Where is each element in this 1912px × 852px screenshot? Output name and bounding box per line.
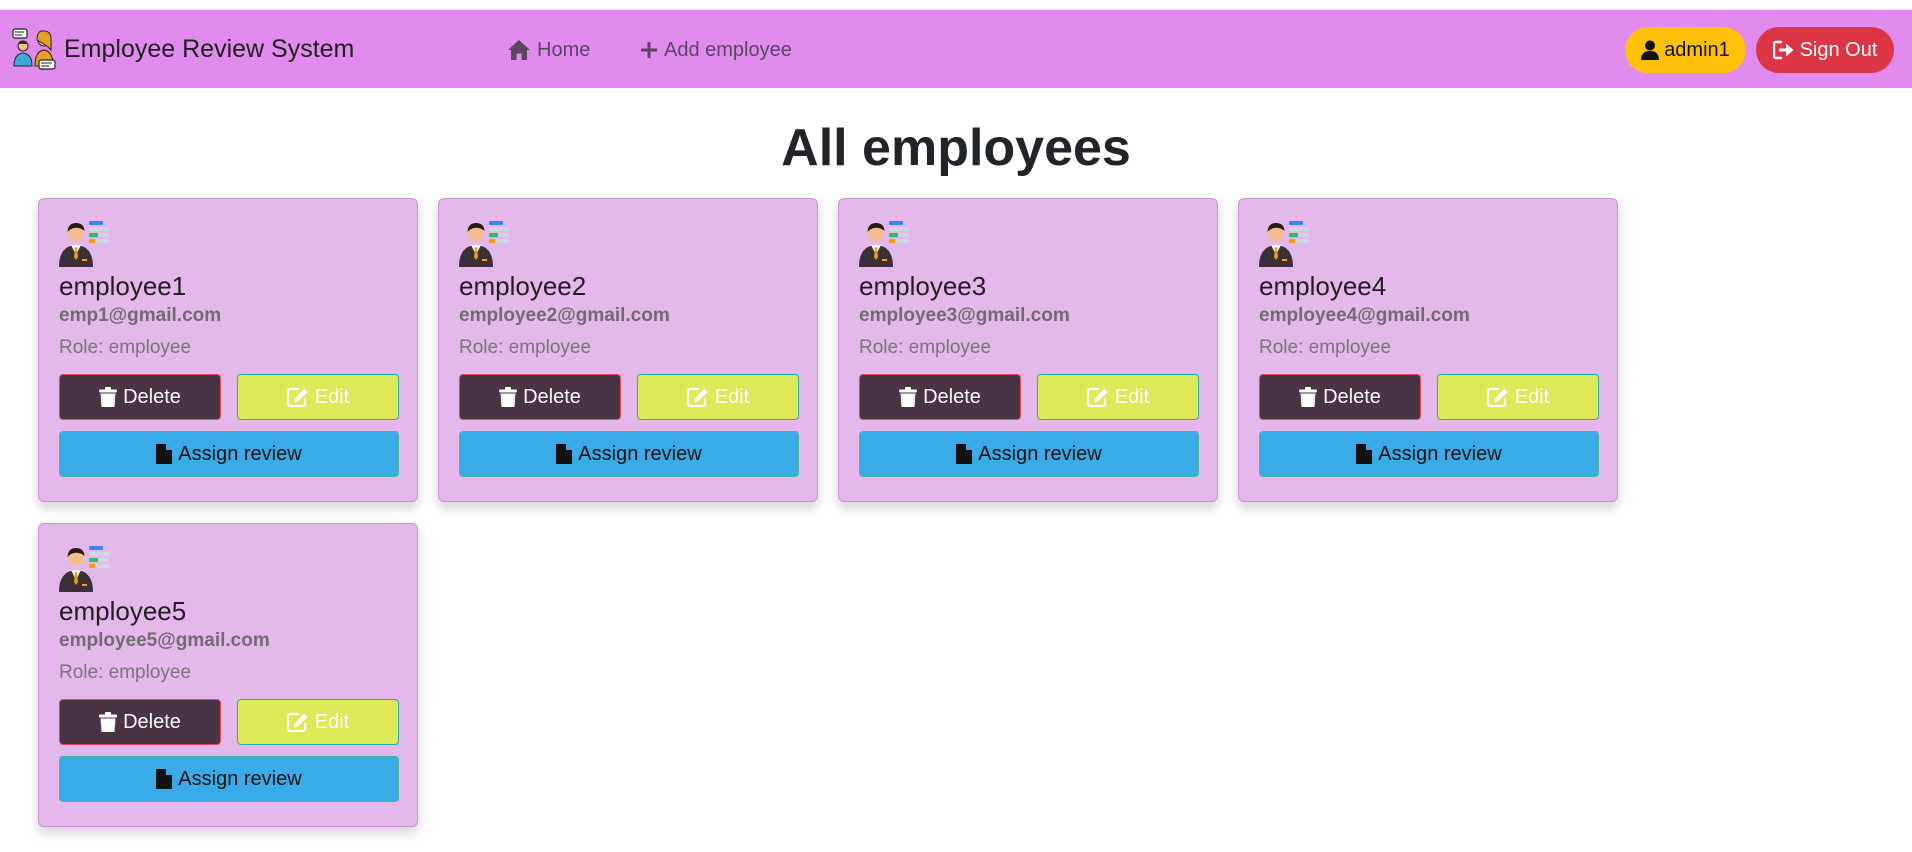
app-title: Employee Review System xyxy=(64,34,355,63)
edit-icon xyxy=(286,712,308,732)
employee-avatar-icon xyxy=(459,221,509,267)
employee-name: employee4 xyxy=(1259,271,1387,301)
assign-review-button[interactable]: Assign review xyxy=(59,756,399,802)
employee-role: Role: employee xyxy=(459,337,592,358)
home-icon xyxy=(508,40,530,60)
delete-label: Delete xyxy=(123,385,181,408)
employee-email: employee5@gmail.com xyxy=(59,630,270,651)
employee-avatar-icon xyxy=(59,221,109,267)
employee-email: employee3@gmail.com xyxy=(859,305,1070,326)
delete-label: Delete xyxy=(123,710,181,733)
delete-label: Delete xyxy=(923,385,981,408)
page-title: All employees xyxy=(781,119,1131,177)
assign-review-label: Assign review xyxy=(178,767,302,790)
people-chat-logo-icon xyxy=(12,28,56,70)
employee-card: employee4 employee4@gmail.com Role: empl… xyxy=(1238,198,1618,502)
employee-role: Role: employee xyxy=(859,337,992,358)
user-icon xyxy=(1641,40,1660,60)
employee-avatar-icon xyxy=(1259,221,1309,267)
assign-review-button[interactable]: Assign review xyxy=(59,431,399,477)
trash-icon xyxy=(1299,387,1318,407)
sign-out-label: Sign Out xyxy=(1799,38,1878,61)
edit-label: Edit xyxy=(1114,385,1150,408)
trash-icon xyxy=(99,712,118,732)
edit-button[interactable]: Edit xyxy=(237,374,399,420)
employee-card: employee3 employee3@gmail.com Role: empl… xyxy=(838,198,1218,502)
employee-name: employee5 xyxy=(59,596,187,626)
employee-name: employee3 xyxy=(859,271,987,301)
employee-role: Role: employee xyxy=(59,662,192,683)
trash-icon xyxy=(499,387,518,407)
browser-top-strip xyxy=(0,0,1912,10)
assign-review-button[interactable]: Assign review xyxy=(859,431,1199,477)
employee-email: employee2@gmail.com xyxy=(459,305,670,326)
file-icon xyxy=(156,444,173,464)
assign-review-label: Assign review xyxy=(178,442,302,465)
plus-icon xyxy=(641,42,657,58)
delete-label: Delete xyxy=(1323,385,1381,408)
trash-icon xyxy=(99,387,118,407)
brand[interactable]: Employee Review System xyxy=(12,27,354,71)
nav-add-employee-link[interactable]: Add employee xyxy=(640,35,792,65)
edit-label: Edit xyxy=(714,385,750,408)
delete-button[interactable]: Delete xyxy=(859,374,1021,420)
edit-icon xyxy=(686,387,708,407)
delete-button[interactable]: Delete xyxy=(59,374,221,420)
nav-add-employee-label: Add employee xyxy=(664,38,792,61)
sign-out-icon xyxy=(1772,40,1794,60)
edit-button[interactable]: Edit xyxy=(1437,374,1599,420)
edit-button[interactable]: Edit xyxy=(1037,374,1199,420)
file-icon xyxy=(1356,444,1373,464)
employee-card: employee1 emp1@gmail.com Role: employee … xyxy=(38,198,418,502)
assign-review-label: Assign review xyxy=(978,442,1102,465)
edit-button[interactable]: Edit xyxy=(237,699,399,745)
employee-card: employee2 employee2@gmail.com Role: empl… xyxy=(438,198,818,502)
edit-label: Edit xyxy=(314,710,350,733)
edit-icon xyxy=(286,387,308,407)
delete-button[interactable]: Delete xyxy=(1259,374,1421,420)
user-button[interactable]: admin1 xyxy=(1625,27,1746,73)
edit-button[interactable]: Edit xyxy=(637,374,799,420)
assign-review-label: Assign review xyxy=(578,442,702,465)
delete-button[interactable]: Delete xyxy=(59,699,221,745)
edit-icon xyxy=(1086,387,1108,407)
employee-role: Role: employee xyxy=(1259,337,1392,358)
sign-out-button[interactable]: Sign Out xyxy=(1756,27,1894,73)
employee-avatar-icon xyxy=(59,546,109,592)
delete-label: Delete xyxy=(523,385,581,408)
employee-card: employee5 employee5@gmail.com Role: empl… xyxy=(38,523,418,827)
user-label: admin1 xyxy=(1664,38,1730,61)
nav-home-link[interactable]: Home xyxy=(507,35,590,65)
assign-review-button[interactable]: Assign review xyxy=(1259,431,1599,477)
trash-icon xyxy=(899,387,918,407)
file-icon xyxy=(556,444,573,464)
employee-role: Role: employee xyxy=(59,337,192,358)
edit-icon xyxy=(1486,387,1508,407)
edit-label: Edit xyxy=(314,385,350,408)
employee-email: employee4@gmail.com xyxy=(1259,305,1470,326)
nav-home-label: Home xyxy=(537,38,591,61)
edit-label: Edit xyxy=(1514,385,1550,408)
employee-email: emp1@gmail.com xyxy=(59,305,222,326)
delete-button[interactable]: Delete xyxy=(459,374,621,420)
file-icon xyxy=(956,444,973,464)
employee-name: employee2 xyxy=(459,271,587,301)
assign-review-button[interactable]: Assign review xyxy=(459,431,799,477)
file-icon xyxy=(156,769,173,789)
navbar: Employee Review System Home Add employee… xyxy=(0,10,1912,88)
employee-name: employee1 xyxy=(59,271,187,301)
assign-review-label: Assign review xyxy=(1378,442,1502,465)
employee-avatar-icon xyxy=(859,221,909,267)
